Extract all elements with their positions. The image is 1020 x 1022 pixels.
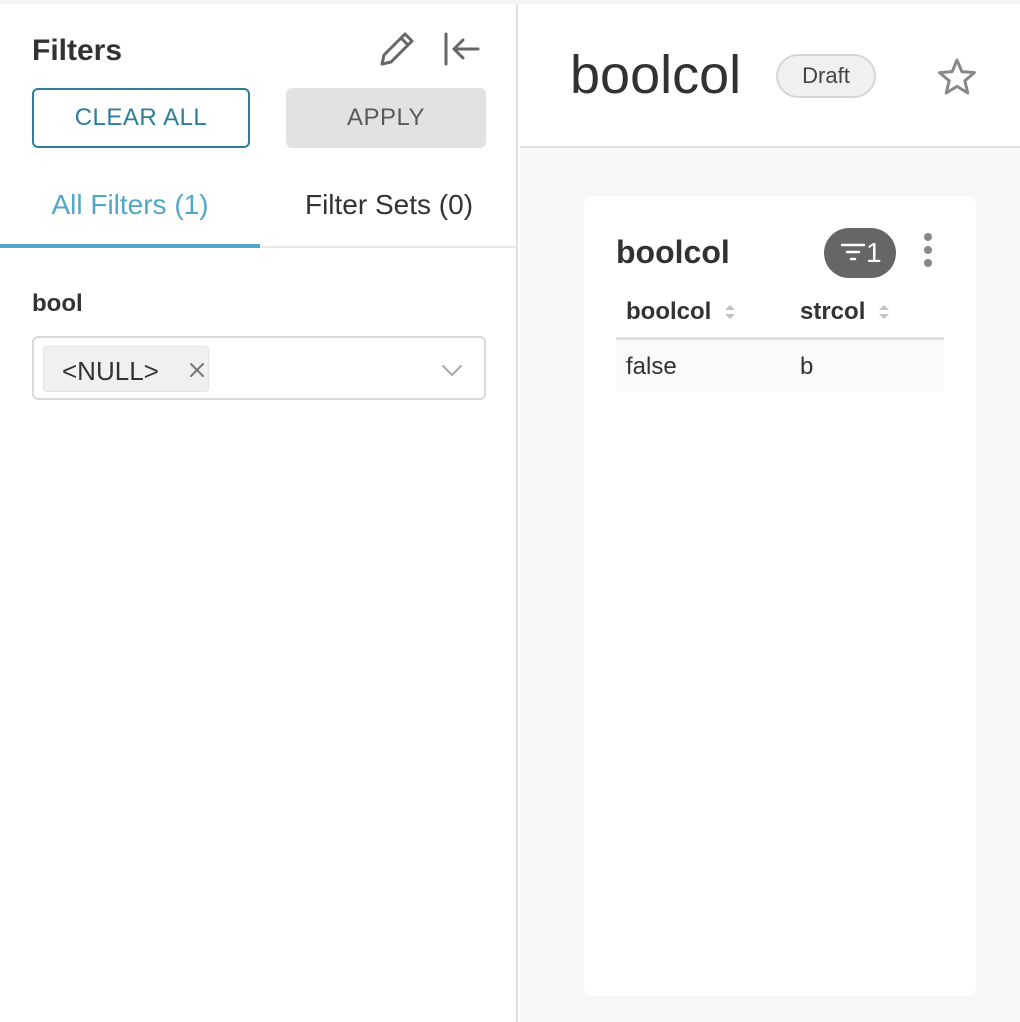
status-badge[interactable]: Draft (776, 54, 876, 98)
chart-card: boolcol 1 boolcol strcol false b (584, 196, 976, 996)
bool-filter-select[interactable]: <NULL> (32, 336, 486, 400)
tab-all-filters[interactable]: All Filters (1) (0, 162, 260, 248)
panel-title: Filters (32, 34, 123, 67)
dashboard-body: boolcol 1 boolcol strcol false b (520, 148, 1020, 1022)
applied-filters-count: 1 (866, 237, 882, 268)
chevron-down-icon (440, 360, 464, 380)
active-tab-indicator (0, 244, 260, 248)
column-header-label: boolcol (626, 298, 712, 325)
filter-panel: Filters CLEAR ALL APPLY All Filters (1) … (0, 4, 518, 1022)
column-header-strcol[interactable]: strcol (800, 298, 891, 326)
column-header-boolcol[interactable]: boolcol (626, 298, 737, 326)
more-vertical-icon[interactable] (916, 232, 940, 272)
table-cell: false (626, 353, 677, 380)
applied-filters-badge[interactable]: 1 (824, 228, 896, 278)
close-icon[interactable] (188, 361, 206, 379)
data-table: boolcol strcol false b (616, 288, 944, 392)
star-icon[interactable] (936, 56, 978, 98)
dashboard-title: boolcol (570, 45, 742, 105)
selected-tag: <NULL> (43, 346, 209, 392)
dashboard-header: boolcol Draft (520, 4, 1020, 148)
filter-label: bool (32, 290, 83, 317)
table-row: false b (616, 340, 944, 392)
apply-button[interactable]: APPLY (286, 88, 486, 148)
collapse-left-icon[interactable] (440, 28, 482, 70)
chart-title: boolcol (616, 234, 730, 270)
tab-filter-sets[interactable]: Filter Sets (0) (260, 162, 518, 248)
pencil-icon[interactable] (374, 26, 420, 72)
filter-icon (840, 243, 866, 261)
table-cell: b (800, 353, 814, 380)
sort-icon (879, 305, 890, 319)
sort-icon (725, 305, 736, 319)
filter-tabs: All Filters (1) Filter Sets (0) (0, 162, 518, 248)
selected-tag-label: <NULL> (62, 356, 159, 386)
table-header: boolcol strcol (616, 288, 944, 340)
clear-all-button[interactable]: CLEAR ALL (32, 88, 250, 148)
column-header-label: strcol (800, 298, 866, 325)
